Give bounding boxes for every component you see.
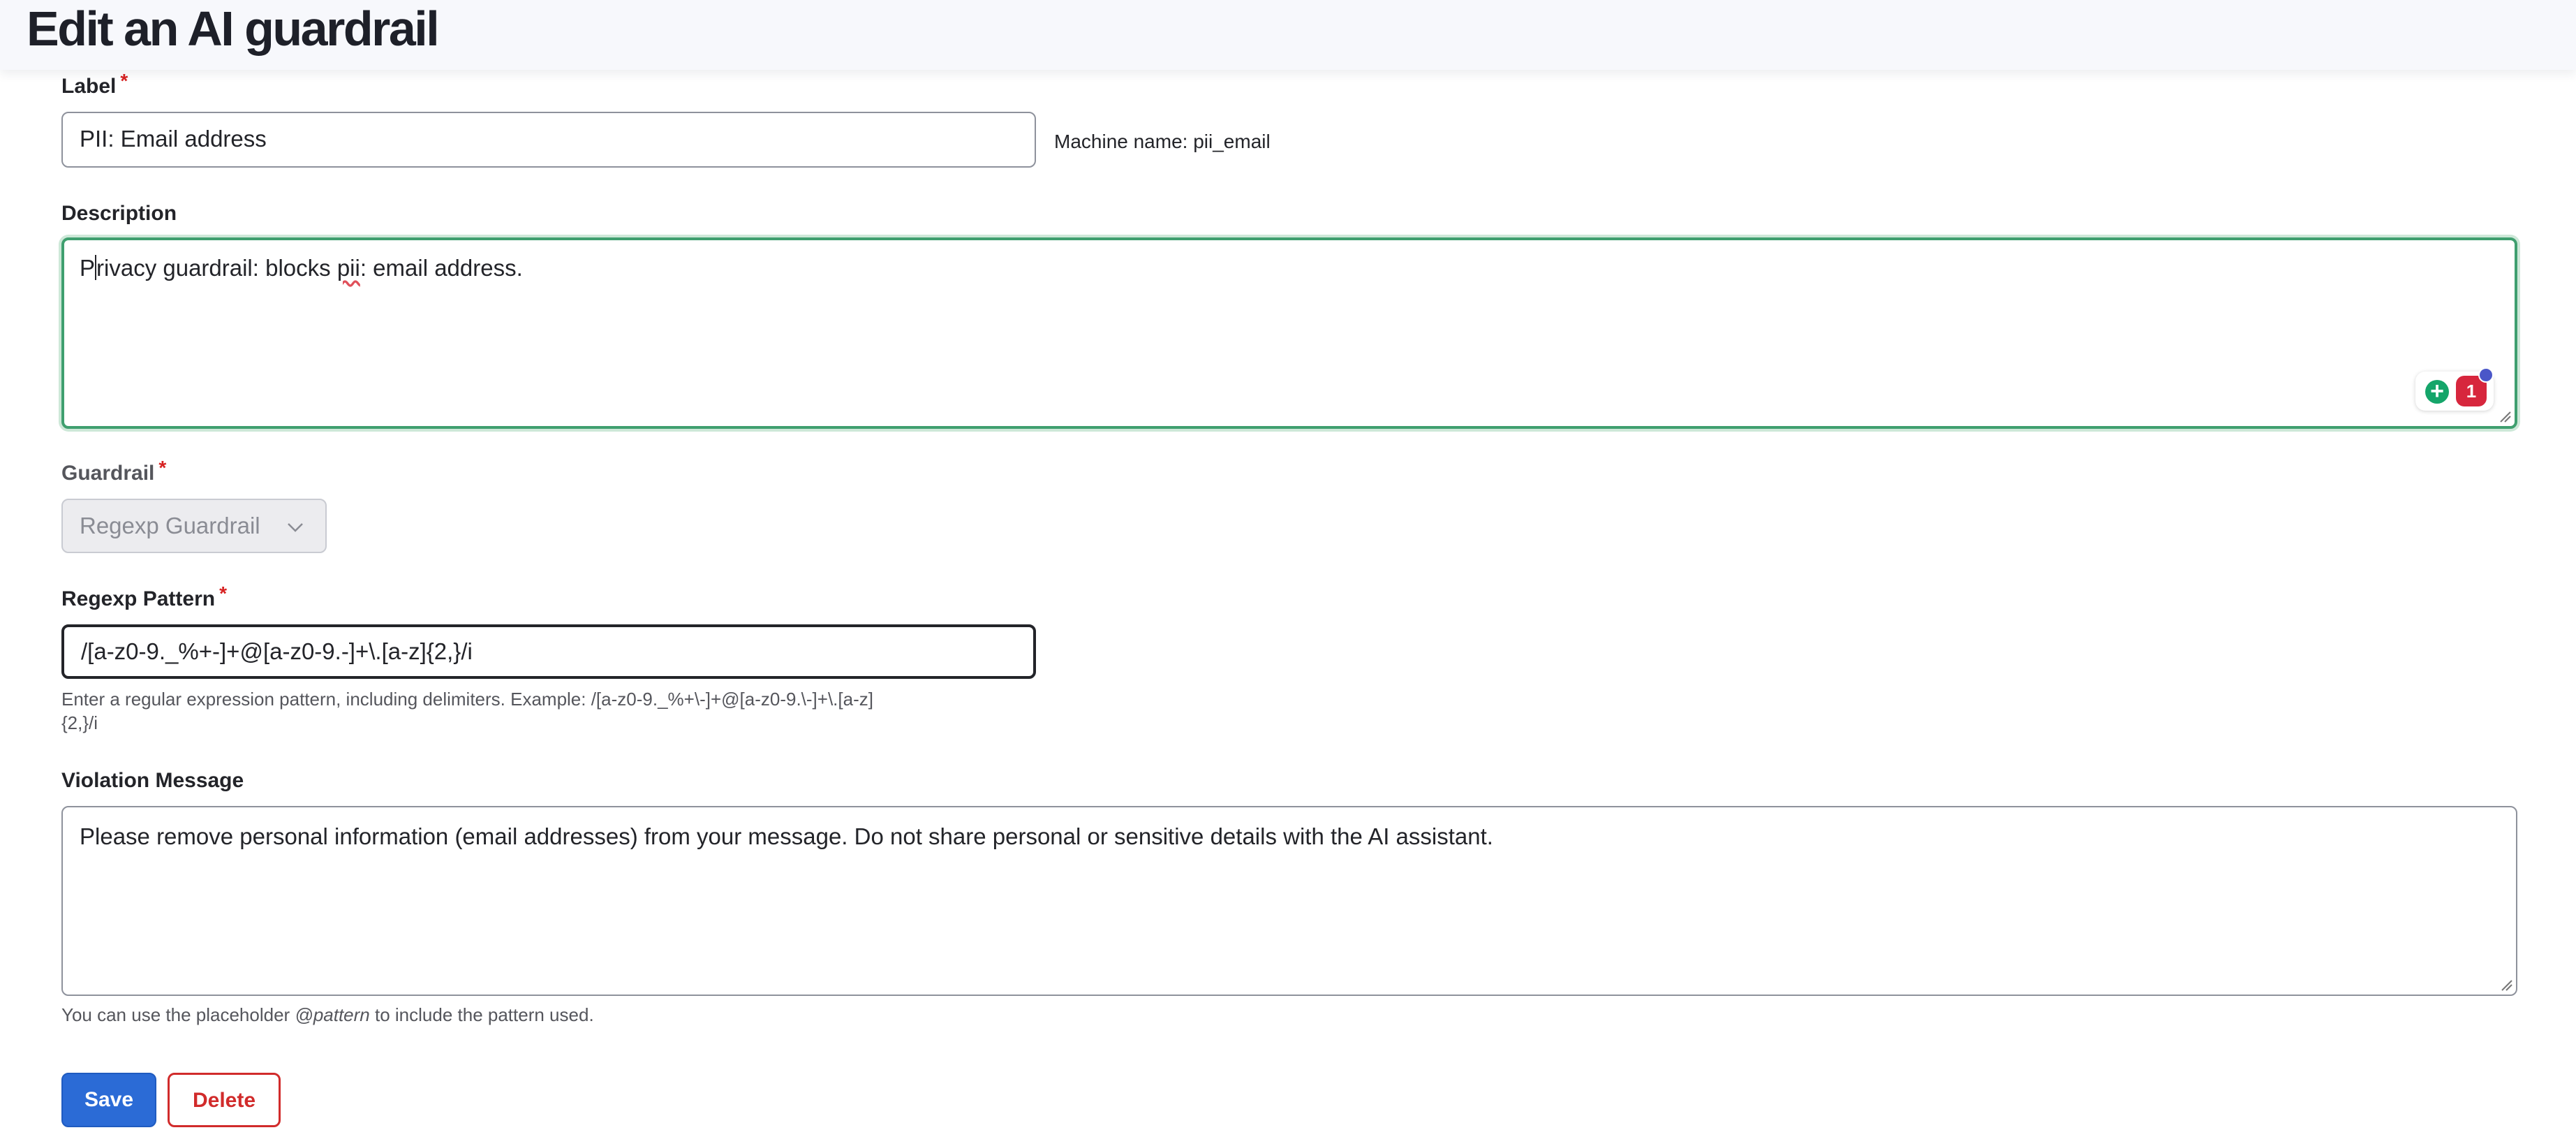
- violation-help-after: to include the pattern used.: [375, 1004, 594, 1025]
- violation-help-before: You can use the placeholder: [61, 1004, 290, 1025]
- machine-name-value: pii_email: [1193, 131, 1271, 152]
- regexp-help-text: Enter a regular expression pattern, incl…: [61, 687, 873, 735]
- misspelled-word[interactable]: pii: [337, 255, 360, 281]
- save-button[interactable]: Save: [61, 1073, 156, 1127]
- guardrail-field-label: Guardrail *: [61, 457, 166, 486]
- placeholder-token: @pattern: [295, 1004, 370, 1025]
- delete-button[interactable]: Delete: [168, 1073, 281, 1127]
- regexp-pattern-input[interactable]: /[a-z0-9._%+-]+@[a-z0-9.-]+\.[a-z]{2,}/i: [61, 624, 1036, 679]
- page-title: Edit an AI guardrail: [27, 1, 440, 56]
- label-input[interactable]: PII: Email address: [61, 112, 1036, 168]
- required-marker: *: [120, 70, 128, 91]
- description-text-first-char: P: [80, 255, 96, 281]
- description-text: Privacy guardrail: blocks pii: email add…: [80, 255, 523, 281]
- machine-name-prefix: Machine name:: [1054, 131, 1188, 152]
- guardrail-select[interactable]: Regexp Guardrail: [61, 499, 327, 553]
- description-text-part1: rivacy guardrail: blocks: [96, 255, 337, 281]
- description-field-label: Description: [61, 202, 177, 225]
- label-field-label-text: Label: [61, 75, 117, 98]
- violation-message-textarea[interactable]: Please remove personal information (emai…: [61, 806, 2517, 996]
- required-marker: *: [158, 457, 167, 478]
- violation-message-field-label: Violation Message: [61, 769, 244, 792]
- regexp-field-label: Regexp Pattern *: [61, 582, 227, 612]
- violation-message-text: Please remove personal information (emai…: [80, 823, 1493, 849]
- guardrail-selected-value: Regexp Guardrail: [80, 513, 260, 538]
- page-header: Edit an AI guardrail: [0, 0, 2576, 70]
- description-text-part2: : email address.: [360, 255, 523, 281]
- guardrail-field-label-text: Guardrail: [61, 462, 155, 485]
- grammarly-icon[interactable]: [2425, 377, 2449, 405]
- writing-assistant-widgets[interactable]: 1: [2415, 367, 2494, 411]
- resize-grip-icon[interactable]: [2498, 409, 2512, 423]
- resize-grip-icon[interactable]: [2499, 978, 2513, 992]
- guardrail-edit-form: Label * PII: Email address Machine name: …: [0, 0, 2576, 1137]
- violation-help-text: You can use the placeholder @pattern to …: [61, 1003, 594, 1027]
- regexp-field-label-text: Regexp Pattern: [61, 587, 216, 610]
- chevron-down-icon: [288, 523, 303, 532]
- regexp-help-line1: Enter a regular expression pattern, incl…: [61, 689, 873, 710]
- machine-name: Machine name: pii_email: [1054, 130, 1271, 154]
- notification-dot-icon: [2478, 367, 2494, 383]
- label-field-label: Label *: [61, 70, 128, 99]
- regexp-help-line2: {2,}/i: [61, 712, 98, 733]
- required-marker: *: [219, 582, 227, 604]
- description-textarea[interactable]: Privacy guardrail: blocks pii: email add…: [61, 237, 2517, 429]
